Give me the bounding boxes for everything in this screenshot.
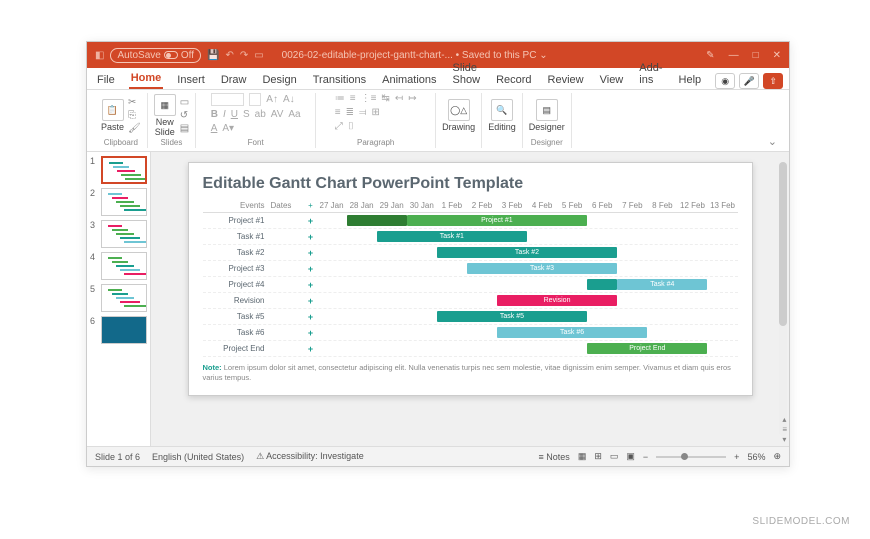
editing-button[interactable]: 🔍Editing	[488, 99, 516, 132]
redo-icon[interactable]: ↷	[240, 50, 248, 61]
language-status[interactable]: English (United States)	[152, 452, 244, 462]
gantt-bar[interactable]: Task #4	[617, 279, 707, 290]
tab-draw[interactable]: Draw	[219, 71, 249, 89]
watermark: SLIDEMODEL.COM	[752, 516, 850, 527]
minimize-icon[interactable]: —	[729, 50, 739, 61]
gantt-bar[interactable]: Task #2	[437, 247, 617, 258]
gantt-row: Project #1+Project #1	[203, 213, 738, 229]
gantt-bar[interactable]: Task #3	[467, 263, 617, 274]
app-icon: ◧	[95, 50, 104, 61]
view-normal-icon[interactable]: ▦	[578, 451, 587, 462]
tab-transitions[interactable]: Transitions	[311, 71, 368, 89]
gantt-row: Project #3+Task #3	[203, 261, 738, 277]
gantt-row: Task #6+Task #6	[203, 325, 738, 341]
pencil-icon[interactable]: ✎	[706, 50, 714, 61]
fit-window-icon[interactable]: ⊕	[773, 451, 781, 462]
close-icon[interactable]: ✕	[773, 50, 781, 61]
tab-file[interactable]: File	[95, 71, 117, 89]
section-icon[interactable]: ▤	[180, 123, 189, 134]
ribbon-tabs: File Home Insert Draw Design Transitions Anima…	[87, 68, 789, 90]
paste-button[interactable]: 📋Paste	[101, 99, 124, 132]
gantt-bar[interactable]: Project #1	[407, 215, 587, 226]
reset-icon[interactable]: ↺	[180, 110, 189, 121]
gantt-bar[interactable]: Task #5	[437, 311, 587, 322]
thumbnail-3[interactable]: 3	[87, 218, 150, 250]
designer-button[interactable]: ▤Designer	[529, 99, 565, 132]
tab-animations[interactable]: Animations	[380, 71, 438, 89]
camera-icon[interactable]: ◉	[715, 73, 735, 89]
view-reading-icon[interactable]: ▭	[610, 451, 619, 462]
gantt-row: Project #4+Task #4	[203, 277, 738, 293]
tab-record[interactable]: Record	[494, 71, 533, 89]
ribbon: 📋Paste ✂⎘🖌 Clipboard ▦New Slide ▭↺▤ Slid…	[87, 90, 789, 152]
gantt-row: Task #1+Task #1	[203, 229, 738, 245]
tab-view[interactable]: View	[598, 71, 626, 89]
scroll-menu-icon[interactable]: ≡	[782, 425, 787, 434]
toggle-icon	[164, 51, 178, 59]
slideshow-icon[interactable]: ▭	[254, 50, 263, 61]
new-slide-button[interactable]: ▦New Slide	[154, 94, 176, 137]
copy-icon[interactable]: ⎘	[128, 110, 141, 121]
gantt-row: Project End+Project End	[203, 341, 738, 357]
cut-icon[interactable]: ✂	[128, 97, 141, 108]
chevron-down-icon[interactable]: ⌄	[539, 50, 547, 61]
zoom-slider[interactable]	[656, 456, 726, 458]
notes-button[interactable]: ≡ Notes	[539, 452, 570, 462]
file-name[interactable]: 0026-02-editable-project-gantt-chart-...	[282, 50, 453, 61]
gantt-bar[interactable]: Task #6	[497, 327, 647, 338]
zoom-level[interactable]: 56%	[747, 452, 765, 462]
tab-insert[interactable]: Insert	[175, 71, 207, 89]
layout-icon[interactable]: ▭	[180, 97, 189, 108]
tab-review[interactable]: Review	[546, 71, 586, 89]
slide[interactable]: Editable Gantt Chart PowerPoint Template…	[188, 162, 753, 396]
tab-help[interactable]: Help	[677, 71, 704, 89]
scroll-down-icon[interactable]: ▾	[782, 435, 787, 444]
accessibility-status[interactable]: ⚠ Accessibility: Investigate	[256, 451, 364, 462]
powerpoint-window: ◧ AutoSave Off 💾 ↶ ↷ ▭ 0026-02-editable-…	[86, 41, 790, 467]
gantt-bar[interactable]: Revision	[497, 295, 617, 306]
collapse-ribbon-icon[interactable]: ⌄	[764, 93, 781, 148]
tab-design[interactable]: Design	[260, 71, 298, 89]
gantt-row: Task #2+Task #2	[203, 245, 738, 261]
gantt-row: Task #5+Task #5	[203, 309, 738, 325]
format-painter-icon[interactable]: 🖌	[128, 123, 141, 134]
gantt-row: Revision+Revision	[203, 293, 738, 309]
gantt-bar[interactable]: Project End	[587, 343, 707, 354]
tab-home[interactable]: Home	[129, 69, 164, 89]
share-icon[interactable]: ⇧	[763, 73, 783, 89]
scroll-up-icon[interactable]: ▴	[782, 415, 787, 424]
slide-thumbnails[interactable]: 123456	[87, 152, 151, 446]
tab-slide-show[interactable]: Slide Show	[451, 59, 483, 89]
tab-add-ins[interactable]: Add-ins	[637, 59, 664, 89]
note-text: Note: Lorem ipsum dolor sit amet, consec…	[203, 363, 738, 383]
autosave-toggle[interactable]: AutoSave Off	[110, 48, 201, 63]
slide-canvas: Editable Gantt Chart PowerPoint Template…	[151, 152, 789, 446]
work-area: 123456 Editable Gantt Chart PowerPoint T…	[87, 152, 789, 446]
drawing-button[interactable]: ◯△Drawing	[442, 99, 475, 132]
mic-icon[interactable]: 🎤	[739, 73, 759, 89]
zoom-in-icon[interactable]: +	[734, 452, 739, 462]
gantt-bar[interactable]: Task #1	[377, 231, 527, 242]
maximize-icon[interactable]: □	[753, 50, 759, 61]
titlebar: ◧ AutoSave Off 💾 ↶ ↷ ▭ 0026-02-editable-…	[87, 42, 789, 68]
view-slideshow-icon[interactable]: ▣	[626, 451, 635, 462]
thumbnail-5[interactable]: 5	[87, 282, 150, 314]
slide-counter[interactable]: Slide 1 of 6	[95, 452, 140, 462]
thumbnail-2[interactable]: 2	[87, 186, 150, 218]
slide-title: Editable Gantt Chart PowerPoint Template	[203, 175, 738, 193]
save-icon[interactable]: 💾	[207, 50, 219, 61]
statusbar: Slide 1 of 6 English (United States) ⚠ A…	[87, 446, 789, 466]
thumbnail-6[interactable]: 6	[87, 314, 150, 346]
gantt-bar[interactable]	[587, 279, 617, 290]
thumbnail-1[interactable]: 1	[87, 154, 150, 186]
vertical-scrollbar[interactable]	[779, 162, 787, 436]
undo-icon[interactable]: ↶	[225, 50, 233, 61]
thumbnail-4[interactable]: 4	[87, 250, 150, 282]
zoom-out-icon[interactable]: −	[643, 452, 648, 462]
gantt-bar[interactable]	[347, 215, 407, 226]
view-sorter-icon[interactable]: ⊞	[594, 451, 602, 462]
